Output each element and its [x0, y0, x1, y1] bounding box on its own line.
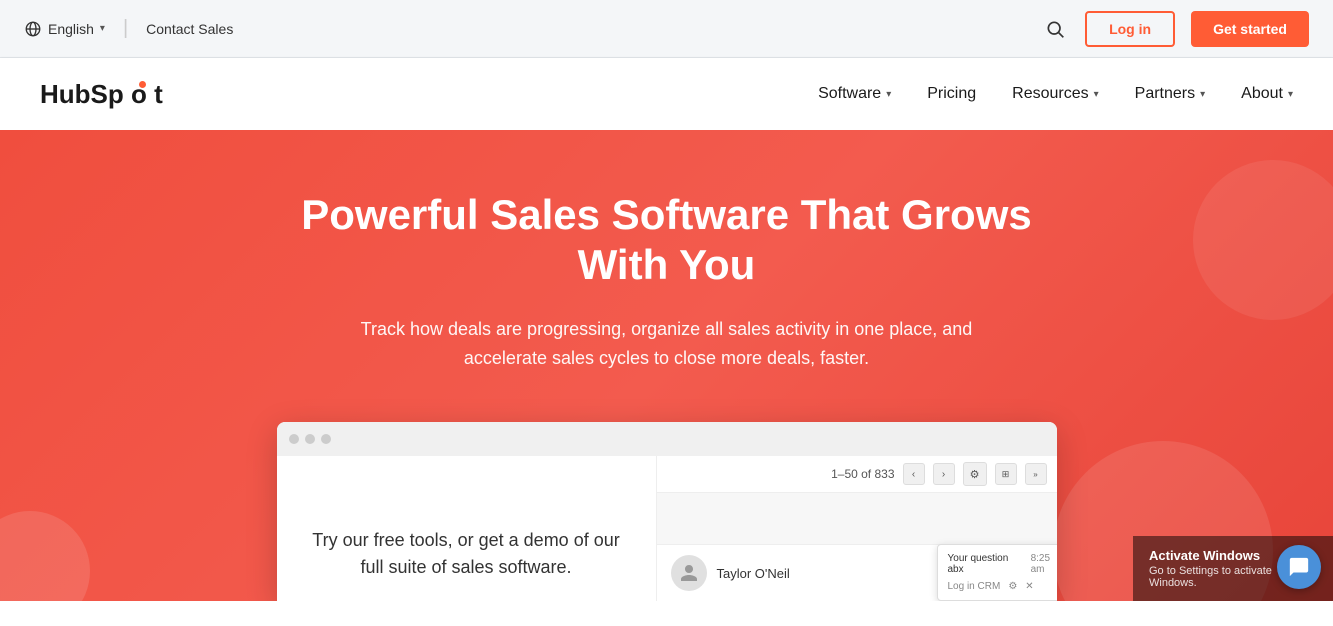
notif-close-icon[interactable]: ✕: [1025, 581, 1033, 592]
notification-panel: Your question abx 8:25 am Log in CRM ⚙ ✕: [937, 544, 1057, 601]
nav-item-pricing[interactable]: Pricing: [927, 85, 976, 103]
language-selector[interactable]: English ▾: [24, 20, 105, 38]
nav-links: Software ▾ Pricing Resources ▾ Partners …: [818, 85, 1293, 103]
notif-text: Your question abx: [948, 553, 1025, 575]
crm-settings-icon[interactable]: ⚙: [963, 462, 987, 486]
search-button[interactable]: [1041, 15, 1069, 43]
logo-spot-text: Sp o t: [91, 79, 163, 110]
about-chevron-icon: ▾: [1288, 89, 1293, 100]
crm-expand-button[interactable]: ⊞: [995, 463, 1017, 485]
nav-item-partners[interactable]: Partners ▾: [1135, 85, 1206, 103]
hero-title: Powerful Sales Software That Grows With …: [257, 190, 1077, 291]
browser-content: Try our free tools, or get a demo of our…: [277, 456, 1057, 601]
get-started-button[interactable]: Get started: [1191, 11, 1309, 47]
crm-toolbar: 1–50 of 833 ‹ › ⚙ ⊞ »: [657, 456, 1057, 493]
browser-dot-1: [289, 434, 299, 444]
top-bar-right: Log in Get started: [1041, 11, 1309, 47]
browser-dot-2: [305, 434, 315, 444]
browser-titlebar: [277, 422, 1057, 456]
hubspot-logo[interactable]: Hub Sp o t: [40, 79, 165, 110]
browser-dot-3: [321, 434, 331, 444]
crm-pagination: 1–50 of 833: [831, 467, 894, 481]
top-bar: English ▾ | Contact Sales Log in Get sta…: [0, 0, 1333, 58]
notif-actions: Log in CRM ⚙ ✕: [948, 581, 1057, 592]
notif-row: Your question abx 8:25 am: [948, 553, 1057, 575]
login-button[interactable]: Log in: [1085, 11, 1175, 47]
search-icon: [1045, 19, 1065, 39]
panel-left: Try our free tools, or get a demo of our…: [277, 456, 657, 601]
top-bar-left: English ▾ | Contact Sales: [24, 17, 233, 40]
language-label: English: [48, 21, 94, 37]
deco-circle-right2: [1193, 160, 1333, 320]
logo-hub-text: Hub: [40, 79, 91, 110]
notif-settings-icon[interactable]: ⚙: [1008, 581, 1017, 592]
nav-item-about[interactable]: About ▾: [1241, 85, 1293, 103]
deco-circle-left: [0, 511, 90, 601]
person-icon: [679, 563, 699, 583]
globe-icon: [24, 20, 42, 38]
hero-subtitle: Track how deals are progressing, organiz…: [357, 315, 977, 373]
crm-prev-button[interactable]: ‹: [903, 463, 925, 485]
crm-more-button[interactable]: »: [1025, 463, 1047, 485]
partners-chevron-icon: ▾: [1200, 89, 1205, 100]
notif-time: 8:25 am: [1031, 553, 1057, 575]
crm-next-button[interactable]: ›: [933, 463, 955, 485]
software-chevron-icon: ▾: [886, 89, 891, 100]
nav-item-software[interactable]: Software ▾: [818, 85, 891, 103]
panel-left-text: Try our free tools, or get a demo of our…: [297, 527, 636, 581]
hero-browser-mockup: Try our free tools, or get a demo of our…: [277, 422, 1057, 601]
divider: |: [123, 17, 128, 40]
hero-section: Powerful Sales Software That Grows With …: [0, 130, 1333, 601]
panel-right: 1–50 of 833 ‹ › ⚙ ⊞ » Your question abx …: [657, 456, 1057, 601]
contact-avatar: [671, 555, 707, 591]
chat-icon: [1288, 556, 1310, 578]
notif-log-crm[interactable]: Log in CRM: [948, 581, 1001, 592]
nav-item-resources[interactable]: Resources ▾: [1012, 85, 1099, 103]
contact-sales-link[interactable]: Contact Sales: [146, 21, 233, 37]
logo-dot: [139, 81, 146, 88]
contact-name: Taylor O'Neil: [717, 566, 790, 581]
nav-bar: Hub Sp o t Software ▾ Pricing Resources …: [0, 58, 1333, 130]
resources-chevron-icon: ▾: [1094, 89, 1099, 100]
language-chevron-icon: ▾: [100, 23, 105, 34]
